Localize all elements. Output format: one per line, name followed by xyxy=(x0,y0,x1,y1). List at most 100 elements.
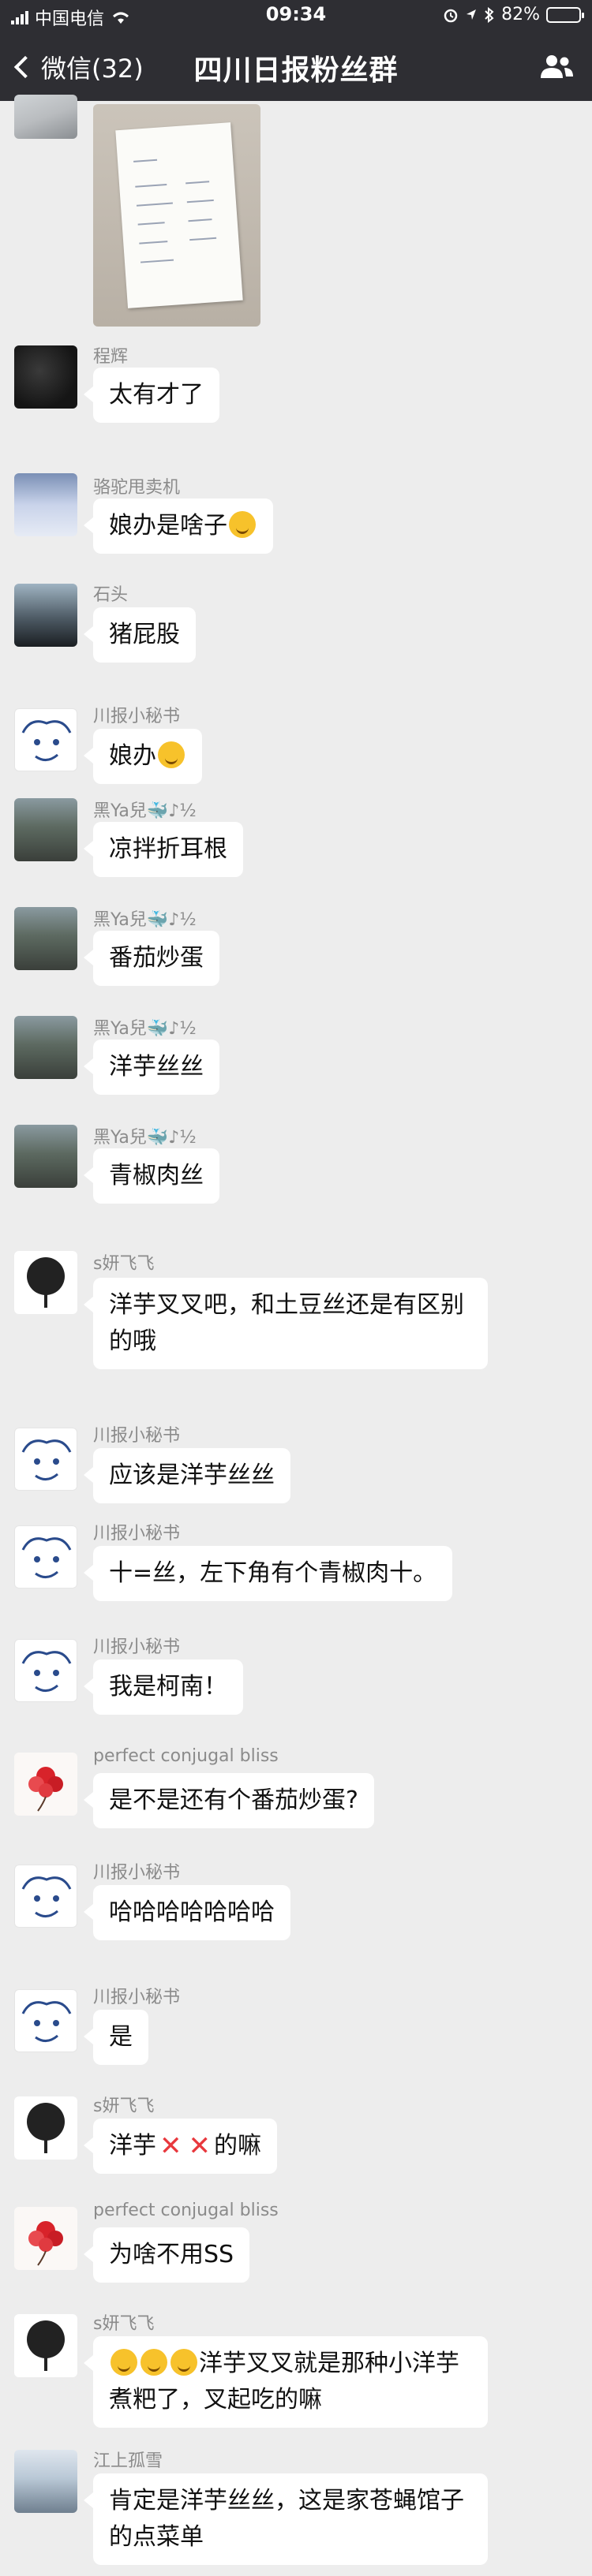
avatar[interactable] xyxy=(14,1865,77,1928)
message-bubble[interactable]: 太有才了 xyxy=(84,368,219,423)
message-text: 番茄炒蛋 xyxy=(109,944,204,972)
sender-name: 黑Ya兒🐳♪½ xyxy=(93,1019,197,1039)
message-text: 应该是洋芋丝丝 xyxy=(109,1462,275,1489)
sender-name: 川报小秘书 xyxy=(93,1637,181,1657)
message-text: 洋芋叉叉吧，和土豆丝还是有区别的哦 xyxy=(109,1291,464,1355)
message-text: 太有才了 xyxy=(109,381,204,409)
message-bubble[interactable]: 洋芋叉叉吧，和土豆丝还是有区别的哦 xyxy=(84,1278,488,1369)
avatar[interactable] xyxy=(14,1251,77,1314)
message-text: 是 xyxy=(109,2023,133,2051)
sender-name: 川报小秘书 xyxy=(93,707,181,726)
message-text: 我是柯南！ xyxy=(109,1673,227,1701)
message-bubble[interactable]: 是 xyxy=(84,2010,148,2065)
sender-name: 骆驼甩卖机 xyxy=(93,478,181,498)
avatar[interactable] xyxy=(14,345,77,409)
avatar[interactable] xyxy=(14,1016,77,1079)
sender-name: 川报小秘书 xyxy=(93,1988,181,2007)
avatar[interactable] xyxy=(14,1639,77,1702)
sender-name: 川报小秘书 xyxy=(93,1863,181,1883)
message-text: 是不是还有个番茄炒蛋? xyxy=(109,1786,358,1814)
flower-icon xyxy=(28,1767,63,1812)
message-text: 青椒肉丝 xyxy=(109,1162,204,1189)
photo-message[interactable] xyxy=(93,104,260,327)
flower-icon xyxy=(28,2221,63,2266)
message-text-part: 洋芋 xyxy=(109,2132,156,2160)
avatar[interactable] xyxy=(14,2450,77,2513)
message-text: 肯定是洋芋丝丝，这是家苍蝇馆子的点菜单 xyxy=(109,2487,464,2551)
alarm-icon xyxy=(444,9,458,22)
sketch-face-icon xyxy=(21,1651,72,1692)
sender-name: s妍飞飞 xyxy=(93,2314,155,2334)
message-text: 为啥不用SS xyxy=(109,2241,234,2268)
message-text: 娘办是啥子 xyxy=(109,512,227,539)
avatar[interactable] xyxy=(14,2207,77,2270)
message-text: 凉拌折耳根 xyxy=(109,835,227,863)
sender-name: 川报小秘书 xyxy=(93,1524,181,1544)
message-bubble[interactable]: 娘办 xyxy=(84,729,202,784)
sender-name: 江上孤雪 xyxy=(93,2451,163,2471)
thinking-emoji-icon xyxy=(111,2349,137,2376)
sender-name: 黑Ya兒🐳♪½ xyxy=(93,801,197,821)
message-text: 娘办 xyxy=(109,742,156,770)
message-bubble[interactable]: 洋芋 ✕ ✕ 的嘛 xyxy=(84,2119,277,2174)
message-text-part: 的嘛 xyxy=(214,2132,261,2160)
message-bubble[interactable]: 我是柯南！ xyxy=(84,1659,243,1715)
avatar[interactable] xyxy=(14,1753,77,1816)
notepad-photo xyxy=(115,122,243,308)
group-members-icon[interactable] xyxy=(538,52,575,80)
message-bubble[interactable]: 十=丝，左下角有个青椒肉十。 xyxy=(83,1546,453,1601)
avatar[interactable] xyxy=(14,2096,77,2160)
battery-icon xyxy=(546,6,584,23)
avatar[interactable] xyxy=(14,1125,77,1188)
message-bubble[interactable]: 为啥不用SS xyxy=(83,2227,250,2283)
message-bubble[interactable]: 哈哈哈哈哈哈哈 xyxy=(84,1885,290,1940)
sender-name: 黑Ya兒🐳♪½ xyxy=(93,910,197,930)
avatar[interactable] xyxy=(14,1525,77,1589)
avatar[interactable] xyxy=(14,907,77,970)
message-bubble[interactable]: 洋芋丝丝 xyxy=(84,1040,219,1095)
avatar[interactable] xyxy=(14,798,77,861)
avatar[interactable] xyxy=(14,1989,77,2052)
sketch-face-icon xyxy=(21,1439,72,1480)
message-bubble[interactable]: 洋芋叉叉就是那种小洋芋煮粑了，叉起吃的嘛 xyxy=(84,2336,488,2428)
sender-name: s妍飞飞 xyxy=(93,1254,155,1274)
sender-name: perfect conjugal bliss xyxy=(93,2201,279,2220)
sender-name: 程辉 xyxy=(93,347,129,367)
sender-name: perfect conjugal bliss xyxy=(93,1746,279,1766)
sender-name: s妍飞飞 xyxy=(93,2096,155,2116)
message-text: 猪屁股 xyxy=(109,621,180,648)
avatar[interactable] xyxy=(14,2314,77,2377)
thinking-emoji-icon xyxy=(141,2349,167,2376)
tree-icon xyxy=(27,1257,65,1308)
message-text: 洋芋丝丝 xyxy=(109,1053,204,1081)
cross-mark-icon: ✕ xyxy=(159,2130,182,2162)
sketch-face-icon xyxy=(21,1537,72,1578)
chat-header: 微信(32) 四川日报粉丝群 xyxy=(0,32,592,101)
tree-icon xyxy=(27,2320,65,2371)
tree-icon xyxy=(27,2103,65,2153)
avatar[interactable] xyxy=(14,95,77,139)
thinking-emoji-icon xyxy=(170,2349,197,2376)
laughing-emoji-icon xyxy=(229,511,256,538)
message-bubble[interactable]: 是不是还有个番茄炒蛋? xyxy=(84,1773,374,1828)
sender-name: 川报小秘书 xyxy=(93,1426,181,1446)
status-bar: 中国电信 09:34 82% xyxy=(0,0,592,32)
message-bubble[interactable]: 猪屁股 xyxy=(84,607,196,663)
laughing-emoji-icon xyxy=(158,741,185,768)
message-bubble[interactable]: 娘办是啥子 xyxy=(84,498,273,554)
avatar[interactable] xyxy=(14,584,77,647)
avatar[interactable] xyxy=(14,708,77,771)
avatar[interactable] xyxy=(14,1428,77,1491)
sender-name: 黑Ya兒🐳♪½ xyxy=(93,1128,197,1148)
message-bubble[interactable]: 青椒肉丝 xyxy=(84,1148,219,1204)
message-bubble[interactable]: 肯定是洋芋丝丝，这是家苍蝇馆子的点菜单 xyxy=(84,2473,488,2565)
message-bubble[interactable]: 应该是洋芋丝丝 xyxy=(84,1448,290,1503)
message-text: 十=丝，左下角有个青椒肉十。 xyxy=(109,1559,437,1587)
avatar[interactable] xyxy=(14,473,77,536)
message-bubble[interactable]: 番茄炒蛋 xyxy=(84,931,219,986)
sketch-face-icon xyxy=(21,1876,72,1917)
cross-mark-icon: ✕ xyxy=(188,2130,212,2162)
message-bubble[interactable]: 凉拌折耳根 xyxy=(84,822,243,877)
bluetooth-icon xyxy=(485,6,494,23)
message-text: 哈哈哈哈哈哈哈 xyxy=(109,1898,275,1926)
